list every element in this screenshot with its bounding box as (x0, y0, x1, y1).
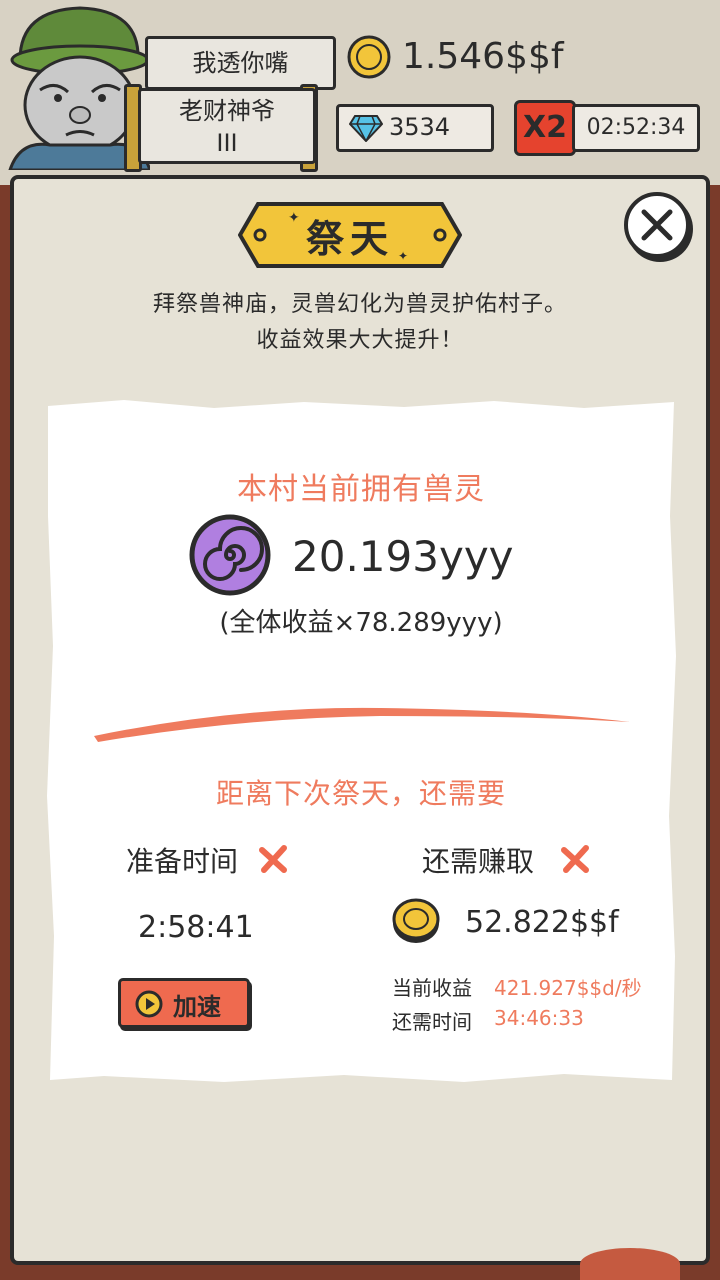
remaining-time-value: 34:46:33 (494, 1006, 584, 1030)
title-line-1: 老财神爷 (179, 97, 275, 125)
play-video-icon (135, 990, 163, 1018)
gold-coin-icon (347, 35, 391, 79)
unmet-x-icon (259, 845, 287, 873)
speed-up-button[interactable]: 加速 (118, 978, 250, 1028)
close-button[interactable] (624, 192, 690, 258)
spirit-heading: 本村当前拥有兽灵 (237, 472, 485, 507)
dialog-description-line-1: 拜祭兽神庙，灵兽幻化为兽灵护佑村子。 (152, 292, 567, 317)
income-label: 当前收益 (392, 976, 472, 1000)
x2-boost-button[interactable]: X2 (514, 100, 576, 156)
spirit-bonus: (全体收益×78.289yyy) (219, 608, 503, 638)
background-button-peek (580, 1248, 680, 1280)
speed-up-label: 加速 (173, 993, 221, 1021)
prep-time-label: 准备时间 (126, 845, 239, 878)
nickname-sign[interactable]: 我透你嘴 (145, 36, 336, 90)
remaining-time-label: 还需时间 (392, 1010, 472, 1034)
gold-amount: 1.546$$f (402, 36, 564, 77)
earn-amount: 52.822$$f (465, 905, 619, 940)
close-icon (641, 209, 673, 241)
income-value: 421.927$$d/秒 (494, 976, 642, 1000)
brush-divider (94, 707, 630, 742)
gem-amount: 3534 (389, 113, 451, 141)
gem-counter[interactable]: 3534 (336, 104, 494, 152)
earn-label: 还需赚取 (422, 845, 535, 878)
spirit-count: 20.193yyy (292, 532, 514, 581)
dialog-title: 祭天 (305, 217, 394, 261)
title-line-2: III (216, 129, 238, 157)
prep-time-value: 2:58:41 (138, 910, 254, 945)
beast-spirit-icon (189, 514, 271, 596)
dialog-description-line-2: 收益效果大大提升！ (256, 328, 464, 353)
unmet-x-icon (561, 845, 589, 873)
boost-timer: 02:52:34 (572, 104, 700, 152)
title-sign[interactable]: 老财神爷 III (138, 88, 316, 164)
gold-coin-icon (392, 898, 440, 943)
next-ritual-heading: 距离下次祭天，还需要 (215, 777, 506, 810)
diamond-icon (349, 115, 383, 142)
